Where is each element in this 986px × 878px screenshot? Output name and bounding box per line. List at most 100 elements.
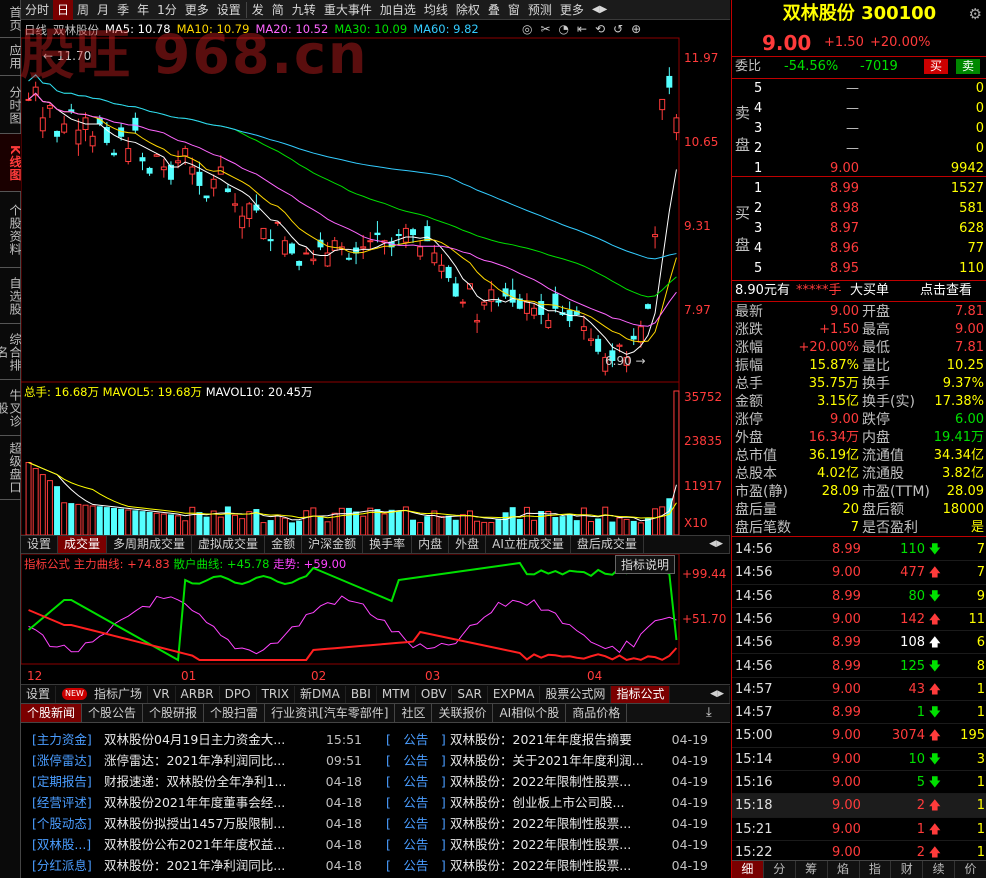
- news-category[interactable]: [主力资金]: [32, 729, 104, 750]
- book-row[interactable]: 5 8.95 110: [732, 260, 986, 278]
- indicator-help-button[interactable]: 指标说明: [615, 555, 676, 574]
- sidebar-item-0[interactable]: 首页: [0, 0, 22, 38]
- news-tab-1[interactable]: 个股公告: [82, 704, 144, 722]
- news-title[interactable]: 双林股份公布2021年年度权益...: [104, 834, 322, 855]
- toolbar-item-0[interactable]: 分时: [21, 0, 53, 20]
- sidebar-item-6[interactable]: 综合排名: [0, 324, 22, 380]
- news-category[interactable]: [定期报告]: [32, 771, 104, 792]
- book-row[interactable]: 3 — 0: [732, 120, 986, 138]
- toolbar-action-4[interactable]: 加自选: [376, 0, 420, 20]
- toolbar-action-3[interactable]: 重大事件: [320, 0, 376, 20]
- toolbar-action-6[interactable]: 除权: [452, 0, 484, 20]
- indicator-tab-13[interactable]: 指标公式: [611, 685, 671, 703]
- news-item[interactable]: [定期报告] 财报速递：双林股份全年净利1... 04-18: [32, 771, 362, 792]
- news-title[interactable]: 财报速递：双林股份全年净利1...: [104, 771, 322, 792]
- sidebar-item-4[interactable]: 个股资料: [0, 192, 22, 268]
- news-title[interactable]: 双林股份：2022年限制性股票...: [450, 855, 668, 876]
- toolbar-item-3[interactable]: 月: [93, 0, 113, 20]
- book-row[interactable]: 2 — 0: [732, 140, 986, 158]
- news-title[interactable]: 双林股份2021年年度董事会经...: [104, 792, 322, 813]
- indicator-tabs-nav[interactable]: ◀▶: [705, 685, 730, 703]
- sidebar-item-1[interactable]: 应用: [0, 38, 22, 76]
- book-row[interactable]: 5 — 0: [732, 80, 986, 98]
- indicator-tab-10[interactable]: SAR: [452, 685, 488, 703]
- news-item[interactable]: [双林股...] 双林股份公布2021年年度权益... 04-18: [32, 834, 362, 855]
- sidebar-item-2[interactable]: 分时图: [0, 76, 22, 134]
- toolbar-action-9[interactable]: 预测: [524, 0, 556, 20]
- news-title[interactable]: 双林股份拟授出1457万股限制...: [104, 813, 322, 834]
- toolbar-nav-icon[interactable]: ◀▶: [588, 0, 611, 20]
- news-tab-3[interactable]: 个股扫雷: [204, 704, 266, 722]
- news-tab-2[interactable]: 个股研报: [143, 704, 205, 722]
- quote-tab-3[interactable]: 焰: [828, 861, 860, 878]
- news-item[interactable]: [涨停雷达] 涨停雷达：2021年净利润同比... 09:51: [32, 750, 362, 771]
- news-category[interactable]: [ 公告 ]: [386, 750, 450, 771]
- toolbar-action-2[interactable]: 九转: [288, 0, 320, 20]
- book-row[interactable]: 3 8.97 628: [732, 220, 986, 238]
- volume-tab-4[interactable]: 金额: [265, 536, 303, 553]
- news-item[interactable]: [ 公告 ] 双林股份：2022年限制性股票... 04-19: [386, 855, 716, 876]
- sidebar-item-7[interactable]: 牛叉诊股: [0, 380, 22, 436]
- book-row[interactable]: 1 8.99 1527: [732, 180, 986, 198]
- news-category[interactable]: [双林股...]: [32, 834, 104, 855]
- volume-tab-5[interactable]: 沪深金额: [302, 536, 364, 553]
- news-tab-4[interactable]: 行业资讯[汽车零部件]: [265, 704, 396, 722]
- news-title[interactable]: 涨停雷达：2021年净利润同比...: [104, 750, 322, 771]
- sell-button[interactable]: 卖: [956, 59, 981, 74]
- toolbar-action-7[interactable]: 叠: [484, 0, 504, 20]
- news-title[interactable]: 双林股份：关于2021年年度利润...: [450, 750, 668, 771]
- buy-button[interactable]: 买: [924, 59, 949, 74]
- news-item[interactable]: [分红派息] 双林股份：2021年净利润同比... 04-18: [32, 855, 362, 876]
- book-row[interactable]: 4 — 0: [732, 100, 986, 118]
- news-title[interactable]: 双林股份：2021年净利润同比...: [104, 855, 322, 876]
- volume-tab-0[interactable]: 设置: [21, 536, 59, 553]
- news-tab-5[interactable]: 社区: [395, 704, 433, 722]
- indicator-tab-2[interactable]: VR: [148, 685, 176, 703]
- news-item[interactable]: [ 公告 ] 双林股份：2022年限制性股票... 04-19: [386, 813, 716, 834]
- volume-tab-6[interactable]: 换手率: [363, 536, 413, 553]
- book-row[interactable]: 2 8.98 581: [732, 200, 986, 218]
- sidebar-item-3[interactable]: K线图: [0, 134, 22, 192]
- news-title[interactable]: 双林股份04月19日主力资金大...: [104, 729, 322, 750]
- volume-tab-10[interactable]: 盘后成交量: [571, 536, 644, 553]
- toolbar-item-1[interactable]: 日: [53, 0, 74, 20]
- news-title[interactable]: 双林股份：2022年限制性股票...: [450, 813, 668, 834]
- gear-icon[interactable]: ⚙: [969, 5, 982, 23]
- quote-tab-4[interactable]: 指: [860, 861, 892, 878]
- toolbar-item-6[interactable]: 1分: [153, 0, 181, 20]
- quote-tab-6[interactable]: 续: [923, 861, 956, 878]
- volume-tab-1[interactable]: 成交量: [58, 536, 108, 553]
- news-category[interactable]: [分红派息]: [32, 855, 104, 876]
- news-tab-7[interactable]: AI相似个股: [493, 704, 567, 722]
- volume-tab-9[interactable]: AI立桩成交量: [486, 536, 571, 553]
- toolbar-item-2[interactable]: 周: [73, 0, 93, 20]
- toolbar-action-10[interactable]: 更多: [556, 0, 588, 20]
- big-order-link[interactable]: 点击查看: [920, 282, 972, 300]
- indicator-tab-11[interactable]: EXPMA: [488, 685, 541, 703]
- toolbar-item-4[interactable]: 季: [113, 0, 133, 20]
- toolbar-action-5[interactable]: 均线: [420, 0, 452, 20]
- news-title[interactable]: 双林股份：2022年限制性股票...: [450, 771, 668, 792]
- news-tab-0[interactable]: 个股新闻: [21, 704, 83, 722]
- news-item[interactable]: [ 公告 ] 双林股份：关于2021年年度利润... 04-19: [386, 750, 716, 771]
- news-category[interactable]: [ 公告 ]: [386, 855, 450, 876]
- news-category[interactable]: [经营评述]: [32, 792, 104, 813]
- news-item[interactable]: [个股动态] 双林股份拟授出1457万股限制... 04-18: [32, 813, 362, 834]
- toolbar-action-1[interactable]: 简: [268, 0, 288, 20]
- news-item[interactable]: [主力资金] 双林股份04月19日主力资金大... 15:51: [32, 729, 362, 750]
- toolbar-item-5[interactable]: 年: [133, 0, 153, 20]
- indicator-tab-8[interactable]: MTM: [377, 685, 416, 703]
- book-row[interactable]: 4 8.96 77: [732, 240, 986, 258]
- indicator-tab-1[interactable]: 指标广场: [89, 685, 148, 703]
- quote-tab-5[interactable]: 财: [891, 861, 924, 878]
- sidebar-item-8[interactable]: 超级盘口: [0, 436, 22, 500]
- download-icon[interactable]: ⤓: [706, 705, 712, 720]
- news-item[interactable]: [ 公告 ] 双林股份：2022年限制性股票... 04-19: [386, 834, 716, 855]
- toolbar-action-8[interactable]: 窗: [504, 0, 524, 20]
- news-category[interactable]: [ 公告 ]: [386, 813, 450, 834]
- news-category[interactable]: [ 公告 ]: [386, 729, 450, 750]
- news-category[interactable]: [个股动态]: [32, 813, 104, 834]
- indicator-tab-4[interactable]: DPO: [220, 685, 257, 703]
- news-tab-6[interactable]: 关联报价: [432, 704, 494, 722]
- volume-tab-3[interactable]: 虚拟成交量: [192, 536, 266, 553]
